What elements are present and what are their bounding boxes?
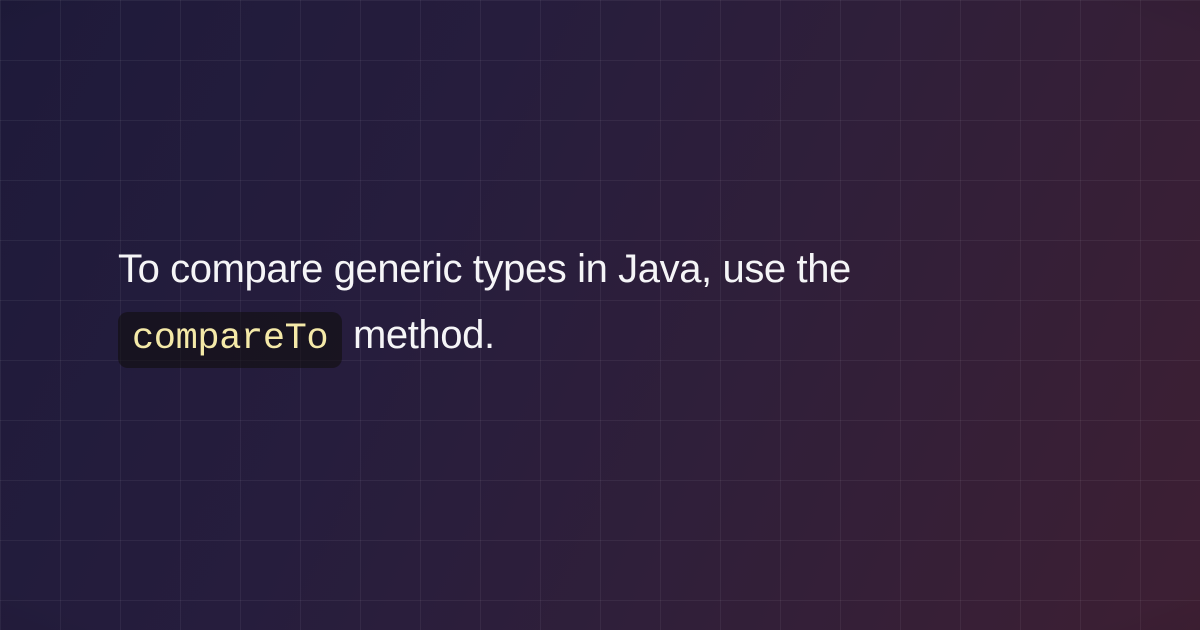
text-before-code: To compare generic types in Java, use th… xyxy=(118,247,851,291)
text-after-code: method. xyxy=(342,313,494,357)
inline-code: compareTo xyxy=(118,312,342,368)
main-text: To compare generic types in Java, use th… xyxy=(118,236,1082,368)
